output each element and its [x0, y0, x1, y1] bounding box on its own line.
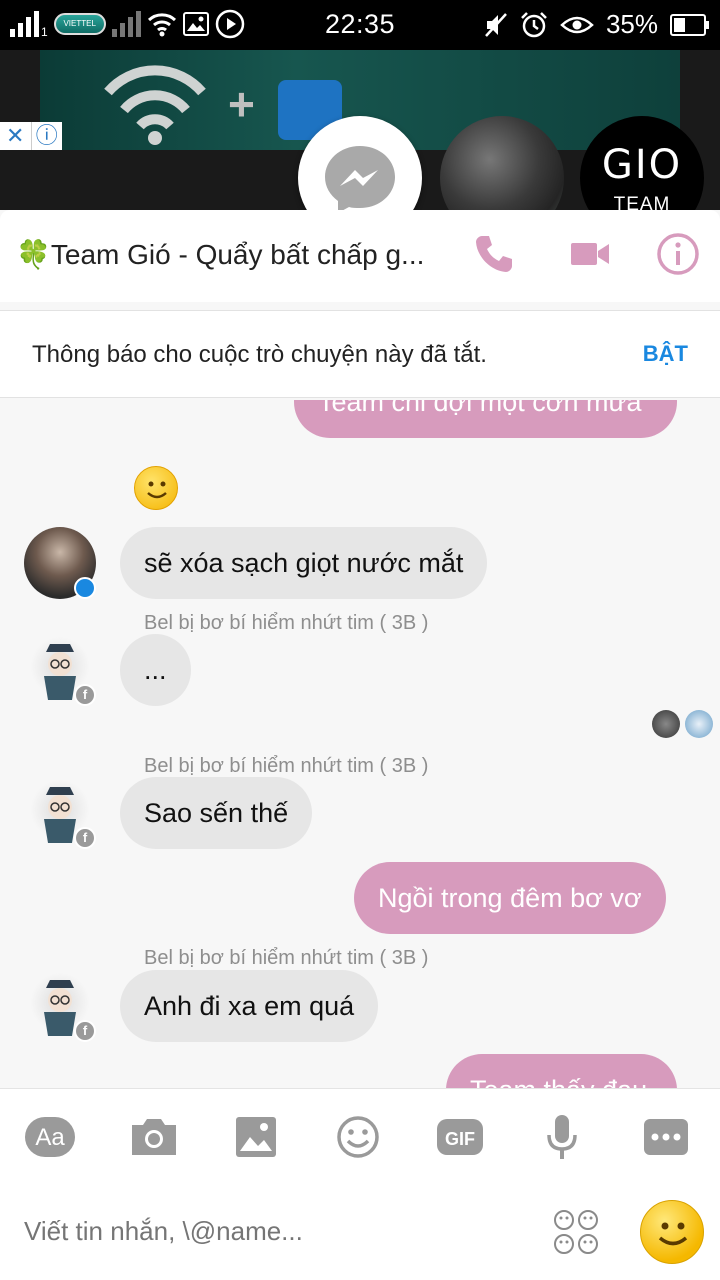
message-bubble-incoming[interactable]: ...: [120, 634, 191, 706]
muted-notice-text: Thông báo cho cuộc trò chuyện này đã tắt…: [32, 341, 487, 368]
message-bubble-incoming[interactable]: Sao sến thế: [120, 777, 313, 849]
text-tool-icon[interactable]: Aa: [24, 1113, 76, 1161]
message-bubble-incoming[interactable]: sẽ xóa sạch giọt nước mắt: [120, 527, 488, 599]
emoji-icon[interactable]: [332, 1113, 384, 1161]
call-icon[interactable]: [472, 232, 516, 276]
emoji-send-button[interactable]: [640, 1200, 704, 1264]
conversation-title[interactable]: 🍀Team Gió - Quẩy bất chấp g...: [16, 238, 424, 271]
smiley-icon: [658, 1222, 688, 1246]
clover-icon: 🍀: [16, 239, 51, 270]
messenger-badge-icon: [74, 577, 96, 599]
composer: [0, 1184, 720, 1280]
video-call-icon[interactable]: [568, 232, 612, 276]
message-bubble-outgoing[interactable]: Team chỉ đợi một cơn mưa: [294, 400, 677, 438]
ad-close-icon[interactable]: ✕: [0, 122, 32, 150]
svg-text:Aa: Aa: [35, 1124, 65, 1151]
facebook-badge-icon: f: [74, 1020, 96, 1042]
chat-heads-overlay: + ✕ ⓘ GIO TEAM: [0, 50, 720, 260]
ad-controls: ✕ ⓘ: [0, 122, 62, 150]
alarm-icon: [521, 11, 547, 37]
message-bubble-incoming[interactable]: Anh đi xa em quá: [120, 970, 379, 1042]
sticker-icon[interactable]: [552, 1208, 600, 1256]
more-icon[interactable]: [640, 1113, 692, 1161]
seen-avatar: [652, 710, 680, 738]
message-bubble-outgoing[interactable]: Team thấy đau: [446, 1054, 677, 1088]
ad-wifi-icon: [104, 65, 206, 145]
gif-icon[interactable]: GIF: [434, 1113, 486, 1161]
svg-text:GIF: GIF: [445, 1129, 475, 1149]
battery-percent: 35%: [605, 9, 658, 39]
sender-name: Bel bị bơ bí hiểm nhứt tim ( 3B ): [144, 755, 429, 777]
muted-notice: Thông báo cho cuộc trò chuyện này đã tắt…: [0, 310, 720, 398]
sender-name: Bel bị bơ bí hiểm nhứt tim ( 3B ): [144, 612, 429, 634]
status-right: 35%: [484, 9, 710, 40]
messenger-screen: 1 VIETTEL 22:35 35% + ✕ ⓘ GIO TEAM 🍀Team…: [0, 0, 720, 1280]
smiley-sticker: [134, 466, 178, 510]
microphone-icon[interactable]: [536, 1113, 588, 1161]
facebook-badge-icon: f: [74, 827, 96, 849]
message-bubble-outgoing[interactable]: Ngồi trong đêm bơ vơ: [354, 862, 666, 934]
ad-info-icon[interactable]: ⓘ: [32, 122, 63, 150]
composer-toolbar: Aa GIF: [0, 1088, 720, 1184]
status-bar: 1 VIETTEL 22:35 35%: [0, 0, 720, 50]
mute-icon: [485, 12, 507, 37]
message-input[interactable]: [24, 1216, 524, 1247]
seen-avatar: [685, 710, 713, 738]
camera-icon[interactable]: [128, 1113, 180, 1161]
gallery-icon[interactable]: [230, 1113, 282, 1161]
message-list[interactable]: Team chỉ đợi một cơn mưa sẽ xóa sạch giọ…: [0, 400, 720, 1088]
facebook-badge-icon: f: [74, 684, 96, 706]
chat-header: 🍀Team Gió - Quẩy bất chấp g...: [0, 210, 720, 302]
ad-plus-sign: +: [228, 78, 255, 130]
info-icon[interactable]: [656, 232, 700, 276]
battery-icon: [670, 13, 709, 36]
unmute-button[interactable]: BẬT: [643, 341, 688, 367]
gio-logo: GIO: [601, 142, 683, 188]
conversation-title-text: Team Gió - Quẩy bất chấp g...: [50, 239, 425, 270]
sender-name: Bel bị bơ bí hiểm nhứt tim ( 3B ): [144, 947, 429, 969]
eye-comfort-icon: [560, 16, 594, 33]
